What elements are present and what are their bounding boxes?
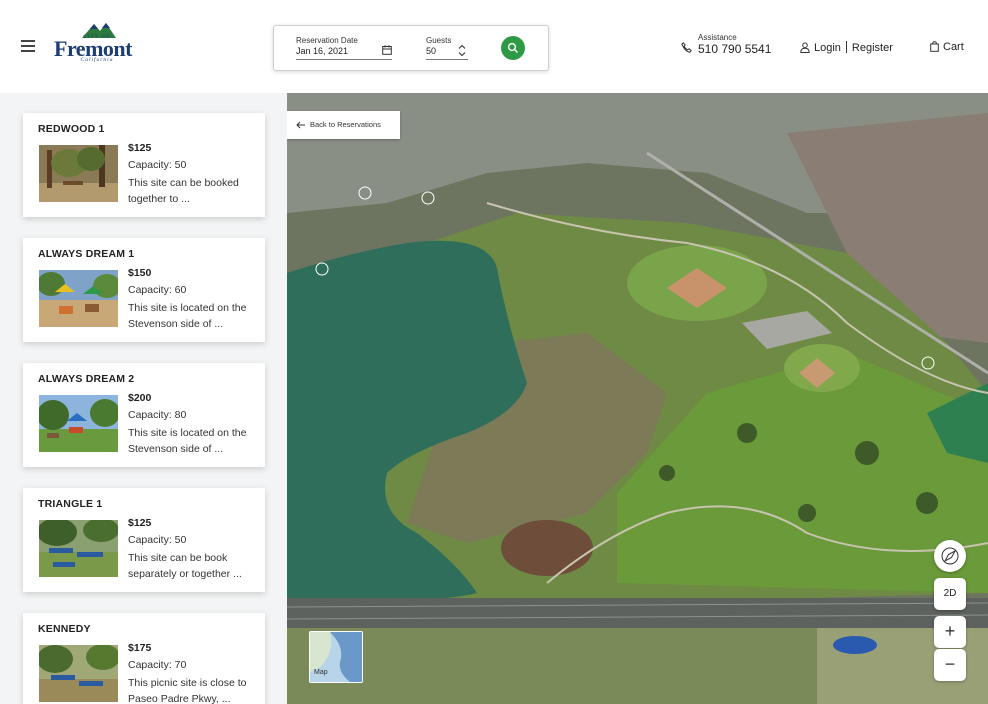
cart-link[interactable]: Cart [930,41,964,53]
site-photo [39,645,118,702]
zoom-out-button[interactable]: − [934,649,966,681]
site-photo [39,270,118,327]
header: CITY OF Fremont California Reservation D… [0,0,988,93]
guests-value: 50 [426,46,437,56]
map-satellite-imagery [287,93,988,704]
divider [845,41,847,53]
site-price: $175 [128,642,152,654]
aerial-map[interactable]: Back to Reservations 2D + − Map [287,93,988,704]
cart-label: Cart [943,41,964,53]
assistance-phone[interactable]: 510 790 5541 [698,42,771,56]
back-label: Back to Reservations [310,120,381,129]
menu-icon[interactable] [21,40,35,52]
site-price: $125 [128,142,152,154]
site-card-kennedy[interactable]: KENNEDY $175 Capacity: 70 This picnic si… [23,613,265,704]
compass-button[interactable] [934,540,966,572]
zoom-in-button[interactable]: + [934,616,966,648]
minimap-label: Map [314,669,328,676]
reservation-date-value: Jan 16, 2021 [296,46,349,56]
search-button[interactable] [501,36,525,60]
reservation-search: Reservation Date Jan 16, 2021 Guests 50 [273,25,549,71]
account-links: Login Register [800,41,893,54]
site-card-redwood-1[interactable]: REDWOOD 1 $125 Capacity: 50 This site ca… [23,113,265,217]
site-name: ALWAYS DREAM 1 [38,248,135,260]
city-logo[interactable]: CITY OF Fremont California [54,20,140,66]
site-name: ALWAYS DREAM 2 [38,373,135,385]
compass-icon [941,547,959,565]
site-card-always-dream-2[interactable]: ALWAYS DREAM 2 $200 Capacity: 80 This si… [23,363,265,467]
site-description: This site can be booked together to ... [128,177,239,205]
register-link[interactable]: Register [852,42,893,54]
calendar-icon[interactable] [382,45,392,55]
guests-field[interactable]: 50 [426,44,468,60]
login-link[interactable]: Login [814,42,841,54]
site-name: KENNEDY [38,623,91,635]
map-view-toggle[interactable]: Map [309,631,363,683]
reservation-date-field[interactable]: Jan 16, 2021 [296,44,392,60]
assistance-label: Assistance [698,33,737,42]
site-capacity: Capacity: 80 [128,409,187,421]
back-to-reservations-button[interactable]: Back to Reservations [287,111,400,139]
site-capacity: Capacity: 70 [128,659,187,671]
phone-icon [681,42,692,53]
site-card-always-dream-1[interactable]: ALWAYS DREAM 1 $150 Capacity: 60 This si… [23,238,265,342]
logo-state: California [80,57,114,63]
cart-bag-icon [930,41,939,52]
site-name: TRIANGLE 1 [38,498,103,510]
toggle-2d-button[interactable]: 2D [934,578,966,610]
stepper-icon[interactable] [458,44,466,57]
search-icon [507,42,518,53]
site-name: REDWOOD 1 [38,123,105,135]
site-price: $125 [128,517,152,529]
site-description: This picnic site is close to Paseo Padre… [128,677,247,704]
site-photo [39,145,118,202]
site-description: This site can be book separately or toge… [128,552,242,580]
site-price: $150 [128,267,152,279]
site-list[interactable]: REDWOOD 1 $125 Capacity: 50 This site ca… [0,93,287,704]
site-photo [39,395,118,452]
site-card-triangle-1[interactable]: TRIANGLE 1 $125 Capacity: 50 This site c… [23,488,265,592]
site-description: This site is located on the Stevenson si… [128,427,247,455]
site-capacity: Capacity: 50 [128,159,187,171]
site-photo [39,520,118,577]
site-capacity: Capacity: 50 [128,534,187,546]
site-description: This site is located on the Stevenson si… [128,302,247,330]
user-icon [800,42,810,53]
arrow-left-icon [296,121,305,129]
site-capacity: Capacity: 60 [128,284,187,296]
site-price: $200 [128,392,152,404]
